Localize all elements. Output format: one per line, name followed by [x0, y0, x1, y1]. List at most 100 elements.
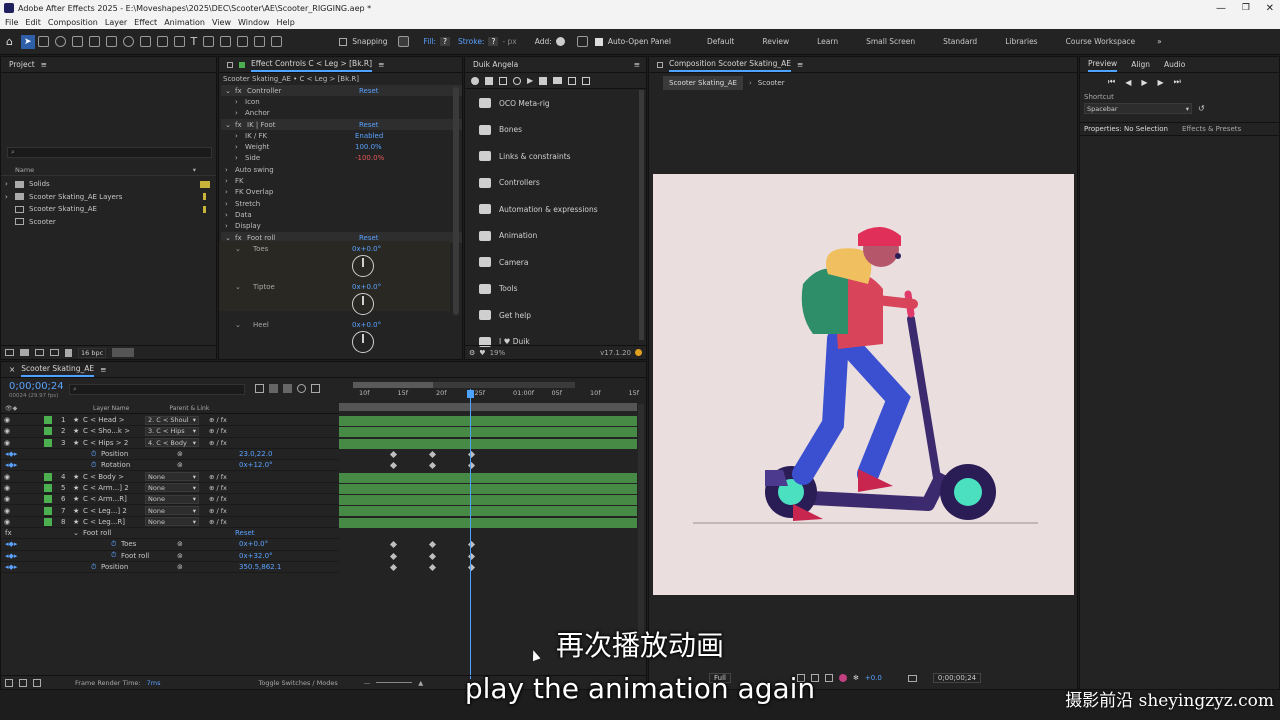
- effect-row[interactable]: › FK: [221, 175, 462, 186]
- fx-icon[interactable]: fx: [235, 87, 247, 95]
- menu-file[interactable]: File: [5, 18, 18, 27]
- project-tab[interactable]: Project: [9, 60, 35, 69]
- pen-tool-icon[interactable]: [173, 36, 185, 47]
- effect-row[interactable]: ⌄ fx IK | Foot Reset: [221, 118, 462, 131]
- new-comp-icon[interactable]: [35, 349, 44, 356]
- menu-animation[interactable]: Animation: [164, 18, 205, 27]
- layer-duration-bar[interactable]: [339, 427, 637, 438]
- duik-menu-item[interactable]: Animation: [465, 223, 635, 250]
- snapping-checkbox[interactable]: [339, 37, 348, 46]
- clone-stamp-tool-icon[interactable]: [220, 36, 232, 47]
- timeline-scrollbar[interactable]: [638, 404, 644, 644]
- duik-tools-icon[interactable]: [568, 76, 577, 85]
- timeline-timecode[interactable]: 0;00;00;24: [9, 381, 64, 392]
- last-frame-icon[interactable]: ⏭: [1174, 77, 1181, 87]
- work-area-bar[interactable]: [339, 403, 637, 411]
- keyframe[interactable]: [389, 450, 398, 458]
- expand-icon[interactable]: ›: [225, 200, 235, 208]
- workspace-learn[interactable]: Learn: [817, 37, 838, 46]
- effect-row[interactable]: ⌄ fx Controller Reset: [221, 85, 462, 97]
- time-navigator[interactable]: [353, 382, 575, 388]
- expand-icon[interactable]: ›: [225, 222, 235, 230]
- layer-duration-bar[interactable]: [339, 438, 637, 449]
- timeline-search[interactable]: ⌕: [69, 384, 245, 395]
- expand-open-icon[interactable]: ⌄: [235, 321, 241, 329]
- duik-link-icon[interactable]: [499, 76, 507, 85]
- track-area[interactable]: [1, 415, 641, 635]
- maximize-icon[interactable]: ❐: [1242, 3, 1250, 13]
- angle-dial[interactable]: [352, 293, 374, 315]
- timeline-tab[interactable]: Scooter Skating_AE: [21, 362, 95, 377]
- stroke-width[interactable]: - px: [502, 37, 516, 46]
- keyframe[interactable]: [428, 552, 437, 560]
- effect-controls-tab[interactable]: Effect Controls C < Leg > [Bk.R]: [251, 57, 373, 72]
- angle-value[interactable]: 0x+0.0°: [352, 321, 381, 329]
- new-folder-icon[interactable]: [20, 349, 29, 356]
- snap-option-icon[interactable]: [397, 36, 409, 47]
- brush-tool-icon[interactable]: [203, 36, 215, 47]
- keyframe[interactable]: [389, 462, 398, 470]
- duik-menu-item[interactable]: Links & constraints: [465, 143, 635, 170]
- scrollbar[interactable]: [453, 87, 459, 315]
- hand-tool-icon[interactable]: [37, 36, 49, 47]
- panel-menu-icon[interactable]: ≡: [797, 60, 803, 69]
- effect-row[interactable]: › Auto swing: [221, 164, 462, 175]
- expand-icon[interactable]: ›: [235, 143, 245, 151]
- duik-tab[interactable]: Duik Angela: [473, 60, 518, 69]
- keyframe[interactable]: [428, 462, 437, 470]
- pan-behind-tool-icon[interactable]: [139, 36, 151, 47]
- minimize-icon[interactable]: —: [1216, 3, 1226, 14]
- draft-3d-icon[interactable]: [269, 384, 278, 393]
- effect-row[interactable]: › Display: [221, 221, 462, 232]
- expand-icon[interactable]: ›: [225, 188, 235, 196]
- interpret-footage-icon[interactable]: [5, 349, 14, 356]
- time-ruler[interactable]: 10f 15f 20f 25f 01:00f 05f 10f 15f: [339, 389, 639, 401]
- keyframe[interactable]: [428, 541, 437, 549]
- rectangle-tool-icon[interactable]: [156, 36, 168, 47]
- angle-dial[interactable]: [352, 255, 374, 277]
- duik-play-icon[interactable]: ▶: [527, 76, 533, 85]
- expand-open-icon[interactable]: ⌄: [235, 245, 241, 253]
- duik-settings-icon[interactable]: ⚙: [469, 349, 475, 357]
- angle-value[interactable]: 0x+0.0°: [352, 283, 381, 291]
- layer-duration-bar[interactable]: [339, 506, 637, 517]
- keyframe[interactable]: [389, 552, 398, 560]
- eraser-tool-icon[interactable]: [237, 36, 249, 47]
- menu-edit[interactable]: Edit: [25, 18, 41, 27]
- expand-icon[interactable]: ›: [235, 132, 245, 140]
- align-tab[interactable]: Align: [1131, 60, 1150, 69]
- effect-row[interactable]: › FK Overlap: [221, 187, 462, 198]
- preview-tab[interactable]: Preview: [1088, 57, 1118, 72]
- next-frame-icon[interactable]: ▶: [1158, 78, 1164, 87]
- type-tool-icon[interactable]: T: [191, 35, 198, 48]
- duik-scrollbar[interactable]: [639, 90, 644, 340]
- expand-icon[interactable]: ›: [235, 154, 245, 162]
- effects-presets-tab[interactable]: Effects & Presets: [1182, 125, 1241, 133]
- pan-tool-icon[interactable]: [88, 36, 100, 47]
- first-frame-icon[interactable]: ⏮: [1108, 77, 1115, 87]
- settings-icon[interactable]: [50, 349, 59, 356]
- project-item[interactable]: › Scooter Skating_AE Layers: [1, 191, 216, 204]
- close-icon[interactable]: ✕: [1266, 3, 1274, 14]
- reset-icon[interactable]: ↺: [1198, 104, 1205, 113]
- duik-rig-icon[interactable]: [471, 76, 479, 85]
- layer-duration-bar[interactable]: [339, 517, 637, 528]
- panel-menu-icon[interactable]: ≡: [100, 365, 106, 374]
- lock-icon[interactable]: [657, 61, 663, 68]
- stroke-label[interactable]: Stroke:: [458, 37, 484, 46]
- menu-window[interactable]: Window: [238, 18, 270, 27]
- composition-tab[interactable]: Composition Scooter Skating_AE: [669, 57, 792, 72]
- lock-icon[interactable]: [227, 61, 233, 68]
- effect-row[interactable]: › IK / FK Enabled: [221, 130, 462, 141]
- duik-menu-item[interactable]: OCO Meta-rig: [465, 90, 635, 117]
- menu-view[interactable]: View: [212, 18, 231, 27]
- effect-value[interactable]: 100.0%: [355, 143, 382, 151]
- effect-row[interactable]: › Stretch: [221, 198, 462, 209]
- expand-icon[interactable]: ›: [225, 177, 235, 185]
- selection-tool-icon[interactable]: ➤: [20, 34, 35, 49]
- project-item[interactable]: › Solids: [1, 178, 216, 191]
- roto-brush-tool-icon[interactable]: [254, 36, 266, 47]
- angle-dial[interactable]: [352, 331, 374, 353]
- angle-value[interactable]: 0x+0.0°: [352, 245, 381, 253]
- duik-help-icon[interactable]: [582, 76, 591, 85]
